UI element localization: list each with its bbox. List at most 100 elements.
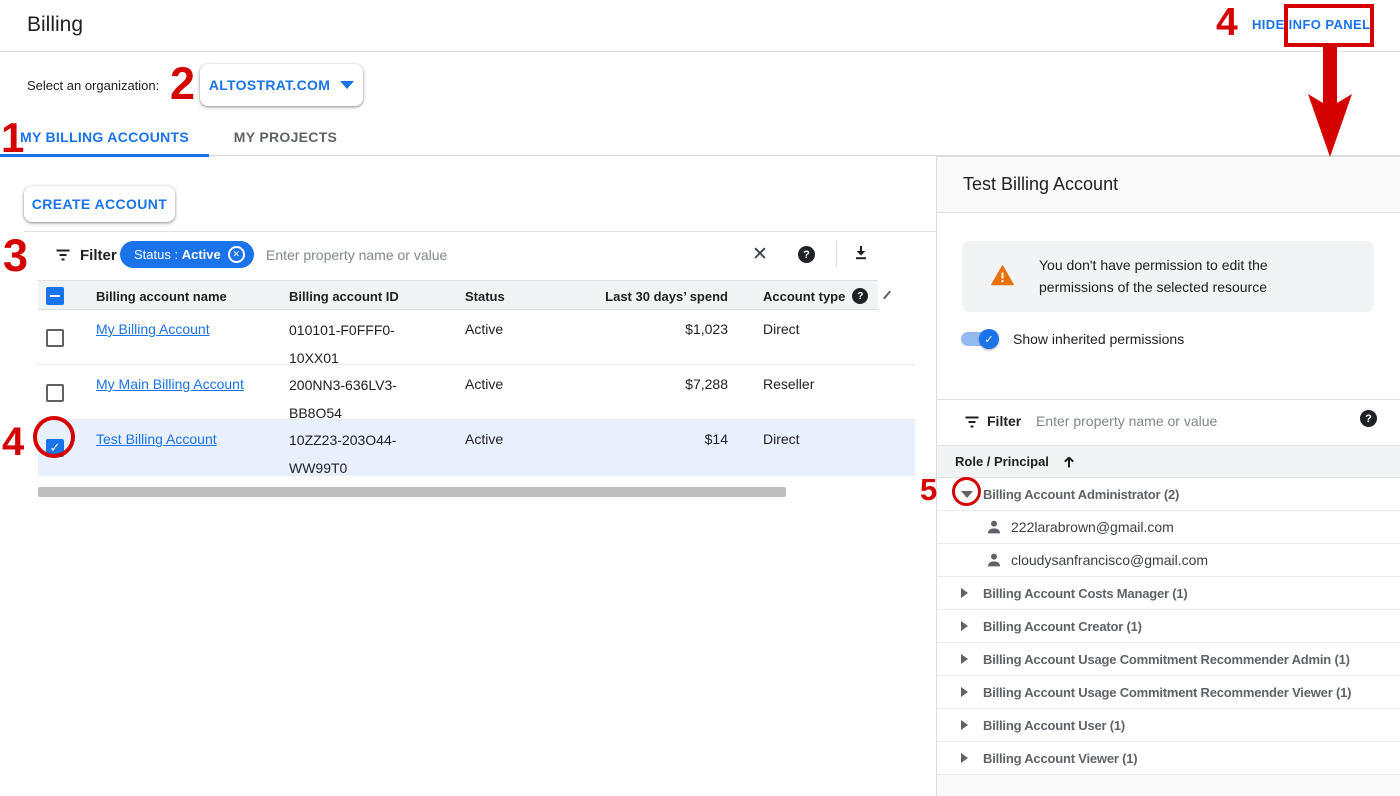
panel-bottom-area [937,775,1400,796]
table-row-selected[interactable]: ✓ Test Billing Account 10ZZ23-203O44-WW9… [38,420,915,476]
info-panel-header: Test Billing Account [937,157,1400,213]
person-icon [986,519,1002,535]
column-header-status[interactable]: Status [465,281,505,311]
toggle-check-icon: ✓ [979,329,999,349]
panel-filter-help-icon[interactable]: ? [1360,410,1377,427]
role-list: Billing Account Administrator (2) 222lar… [937,478,1400,775]
billing-accounts-content: CREATE ACCOUNT Filter Status : Active ✕ … [0,157,936,796]
role-label: Billing Account Administrator (2) [983,487,1179,502]
divider [836,241,837,267]
spend-value: $14 [528,429,728,449]
warning-icon [991,265,1014,286]
filter-property-input[interactable] [266,244,666,266]
table-row[interactable]: My Billing Account 010101-F0FFF0-10XX01 … [38,310,915,365]
filter-icon [963,413,981,431]
billing-account-id: 200NN3-636LV3-BB8O54 [289,371,397,427]
spend-value: $1,023 [528,319,728,339]
account-type-value: Reseller [763,374,814,394]
account-type-value: Direct [763,429,800,449]
row-checkbox[interactable] [46,329,64,347]
tab-label: MY BILLING ACCOUNTS [20,129,189,145]
role-principal-label: Role / Principal [955,454,1049,469]
chip-text: Status : Active [134,247,221,262]
permission-warning-text: You don't have permission to edit the pe… [1039,254,1301,298]
chevron-right-icon[interactable] [961,753,981,763]
status-value: Active [465,319,503,339]
remove-chip-icon[interactable]: ✕ [228,246,245,263]
tabs-row: MY BILLING ACCOUNTS MY PROJECTS [0,118,1400,156]
chevron-down-icon[interactable] [961,491,981,498]
role-label: Billing Account Usage Commitment Recomme… [983,652,1350,667]
permission-warning-card: You don't have permission to edit the pe… [962,241,1374,312]
billing-account-link[interactable]: My Billing Account [96,319,210,339]
create-account-button[interactable]: CREATE ACCOUNT [24,186,175,222]
billing-account-link[interactable]: My Main Billing Account [96,374,244,394]
panel-filter-label: Filter [987,413,1021,429]
filter-icon [54,246,72,264]
column-header-type[interactable]: Account type ? [763,281,868,311]
select-all-checkbox[interactable] [46,287,64,305]
truncated-sort-icon [883,291,891,300]
org-selector-label: Select an organization: [27,78,159,93]
principal-row[interactable]: 222larabrown@gmail.com [937,511,1400,544]
row-checkbox[interactable] [46,384,64,402]
info-panel: Test Billing Account You don't have perm… [936,156,1400,796]
tab-my-billing-accounts[interactable]: MY BILLING ACCOUNTS [0,118,209,156]
status-value: Active [465,429,503,449]
page-title: Billing [27,13,83,37]
role-row[interactable]: Billing Account Creator (1) [937,610,1400,643]
table-row[interactable]: My Main Billing Account 200NN3-636LV3-BB… [38,365,915,420]
dropdown-arrow-icon [340,81,354,89]
principal-row[interactable]: cloudysanfrancisco@gmail.com [937,544,1400,577]
show-inherited-toggle[interactable]: ✓ [961,332,997,346]
billing-account-link[interactable]: Test Billing Account [96,429,217,449]
role-row[interactable]: Billing Account Costs Manager (1) [937,577,1400,610]
tab-my-projects[interactable]: MY PROJECTS [209,118,362,156]
status-active-filter-chip[interactable]: Status : Active ✕ [120,241,254,268]
role-label: Billing Account Viewer (1) [983,751,1137,766]
org-selector-dropdown[interactable]: ALTOSTRAT.COM [200,64,363,106]
table-header-row: Billing account name Billing account ID … [38,280,878,310]
filter-help-icon[interactable]: ? [798,246,815,263]
horizontal-scrollbar[interactable] [38,487,786,497]
divider [24,231,936,232]
column-header-spend[interactable]: Last 30 days’ spend [528,281,728,311]
chevron-right-icon[interactable] [961,654,981,664]
role-label: Billing Account Creator (1) [983,619,1142,634]
role-principal-sort-header[interactable]: Role / Principal [937,445,1400,478]
info-panel-title: Test Billing Account [963,174,1118,195]
tab-label: MY PROJECTS [234,129,337,145]
role-label: Billing Account User (1) [983,718,1125,733]
billing-console-page: Billing HIDE INFO PANEL Select an organi… [0,0,1400,796]
role-label: Billing Account Costs Manager (1) [983,586,1188,601]
chevron-right-icon[interactable] [961,621,981,631]
chevron-right-icon[interactable] [961,687,981,697]
status-value: Active [465,374,503,394]
column-header-name[interactable]: Billing account name [96,281,227,311]
clear-filter-icon[interactable]: ✕ [752,243,768,266]
role-row[interactable]: Billing Account Usage Commitment Recomme… [937,676,1400,709]
billing-account-id: 010101-F0FFF0-10XX01 [289,316,395,372]
app-header: Billing HIDE INFO PANEL [0,0,1400,52]
row-checkbox-checked[interactable]: ✓ [46,439,64,457]
role-row[interactable]: Billing Account Usage Commitment Recomme… [937,643,1400,676]
person-icon [986,552,1002,568]
org-selector-value: ALTOSTRAT.COM [209,77,330,93]
hide-info-panel-link[interactable]: HIDE INFO PANEL [1252,17,1370,32]
toggle-label: Show inherited permissions [1013,331,1184,347]
role-row[interactable]: Billing Account Viewer (1) [937,742,1400,775]
column-header-id[interactable]: Billing account ID [289,281,399,311]
role-row[interactable]: Billing Account User (1) [937,709,1400,742]
account-type-help-icon[interactable]: ? [852,288,868,304]
billing-accounts-table: Billing account name Billing account ID … [38,280,915,476]
panel-filter-input[interactable] [1036,410,1336,432]
chevron-right-icon[interactable] [961,720,981,730]
filter-label: Filter [80,247,117,264]
download-icon[interactable] [852,244,870,262]
inherited-permissions-row: ✓ Show inherited permissions [961,327,1184,351]
chevron-right-icon[interactable] [961,588,981,598]
role-row-expanded[interactable]: Billing Account Administrator (2) [937,478,1400,511]
spend-value: $7,288 [528,374,728,394]
role-label: Billing Account Usage Commitment Recomme… [983,685,1351,700]
sort-ascending-icon [1061,454,1077,470]
